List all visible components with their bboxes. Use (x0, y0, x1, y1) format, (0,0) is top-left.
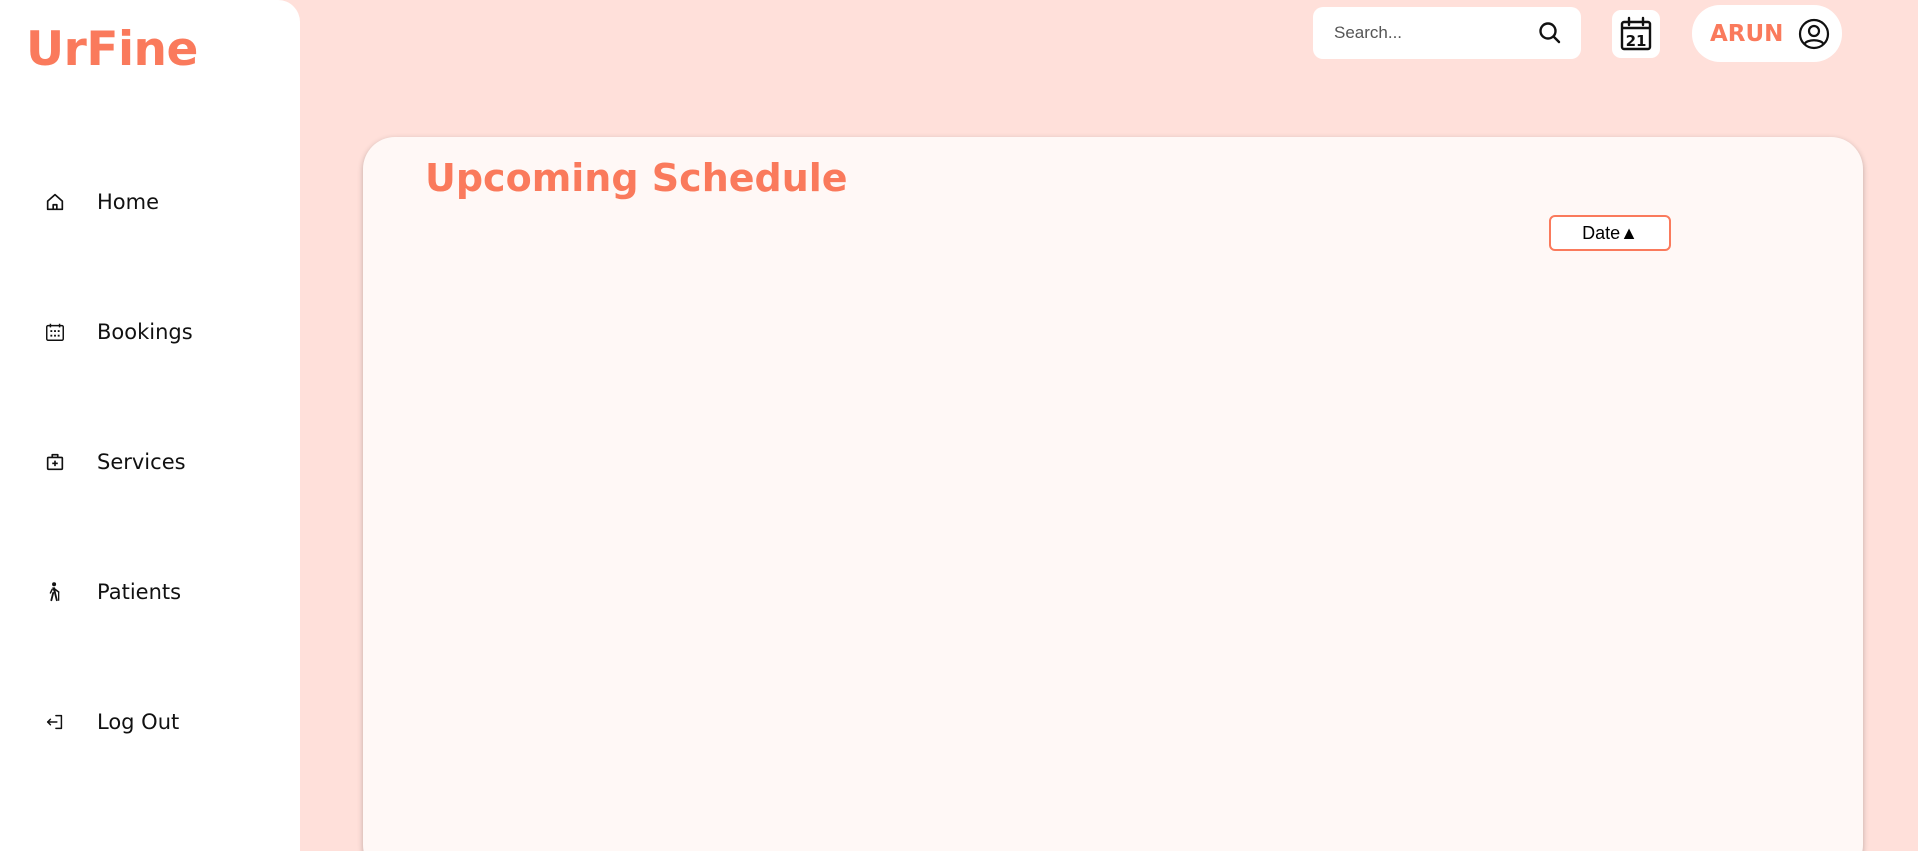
sidebar-item-bookings[interactable]: Bookings (40, 310, 280, 354)
user-circle-icon (1798, 18, 1830, 50)
person-with-cane-icon (40, 577, 70, 607)
sidebar-item-services[interactable]: Services (40, 440, 280, 484)
logout-icon (40, 707, 70, 737)
calendar-grid-icon (40, 317, 70, 347)
sidebar-item-label: Log Out (97, 710, 180, 734)
page-title: Upcoming Schedule (425, 156, 848, 200)
app-root: UrFine Home Bookings Services Patients L… (0, 0, 1918, 851)
calendar-day: 21 (1626, 32, 1647, 50)
medical-bag-icon (40, 447, 70, 477)
home-icon (40, 187, 70, 217)
schedule-card: Upcoming Schedule Date▲ (363, 137, 1863, 851)
search-box (1313, 7, 1581, 59)
user-name: ARUN (1710, 20, 1784, 47)
sidebar-item-logout[interactable]: Log Out (40, 700, 280, 744)
calendar-icon: 21 (1620, 16, 1652, 51)
search-icon[interactable] (1537, 20, 1563, 46)
sidebar-item-home[interactable]: Home (40, 180, 280, 224)
search-input[interactable] (1332, 22, 1536, 44)
user-menu-button[interactable]: ARUN (1692, 5, 1842, 62)
sort-by-date-button[interactable]: Date▲ (1549, 215, 1671, 251)
sidebar-item-label: Bookings (97, 320, 193, 344)
sidebar-item-label: Patients (97, 580, 182, 604)
sidebar: UrFine Home Bookings Services Patients L… (0, 0, 300, 851)
sidebar-item-label: Home (97, 190, 160, 214)
sidebar-item-patients[interactable]: Patients (40, 570, 280, 614)
calendar-button[interactable]: 21 (1612, 10, 1660, 58)
sidebar-item-label: Services (97, 450, 186, 474)
app-logo[interactable]: UrFine (26, 22, 198, 77)
